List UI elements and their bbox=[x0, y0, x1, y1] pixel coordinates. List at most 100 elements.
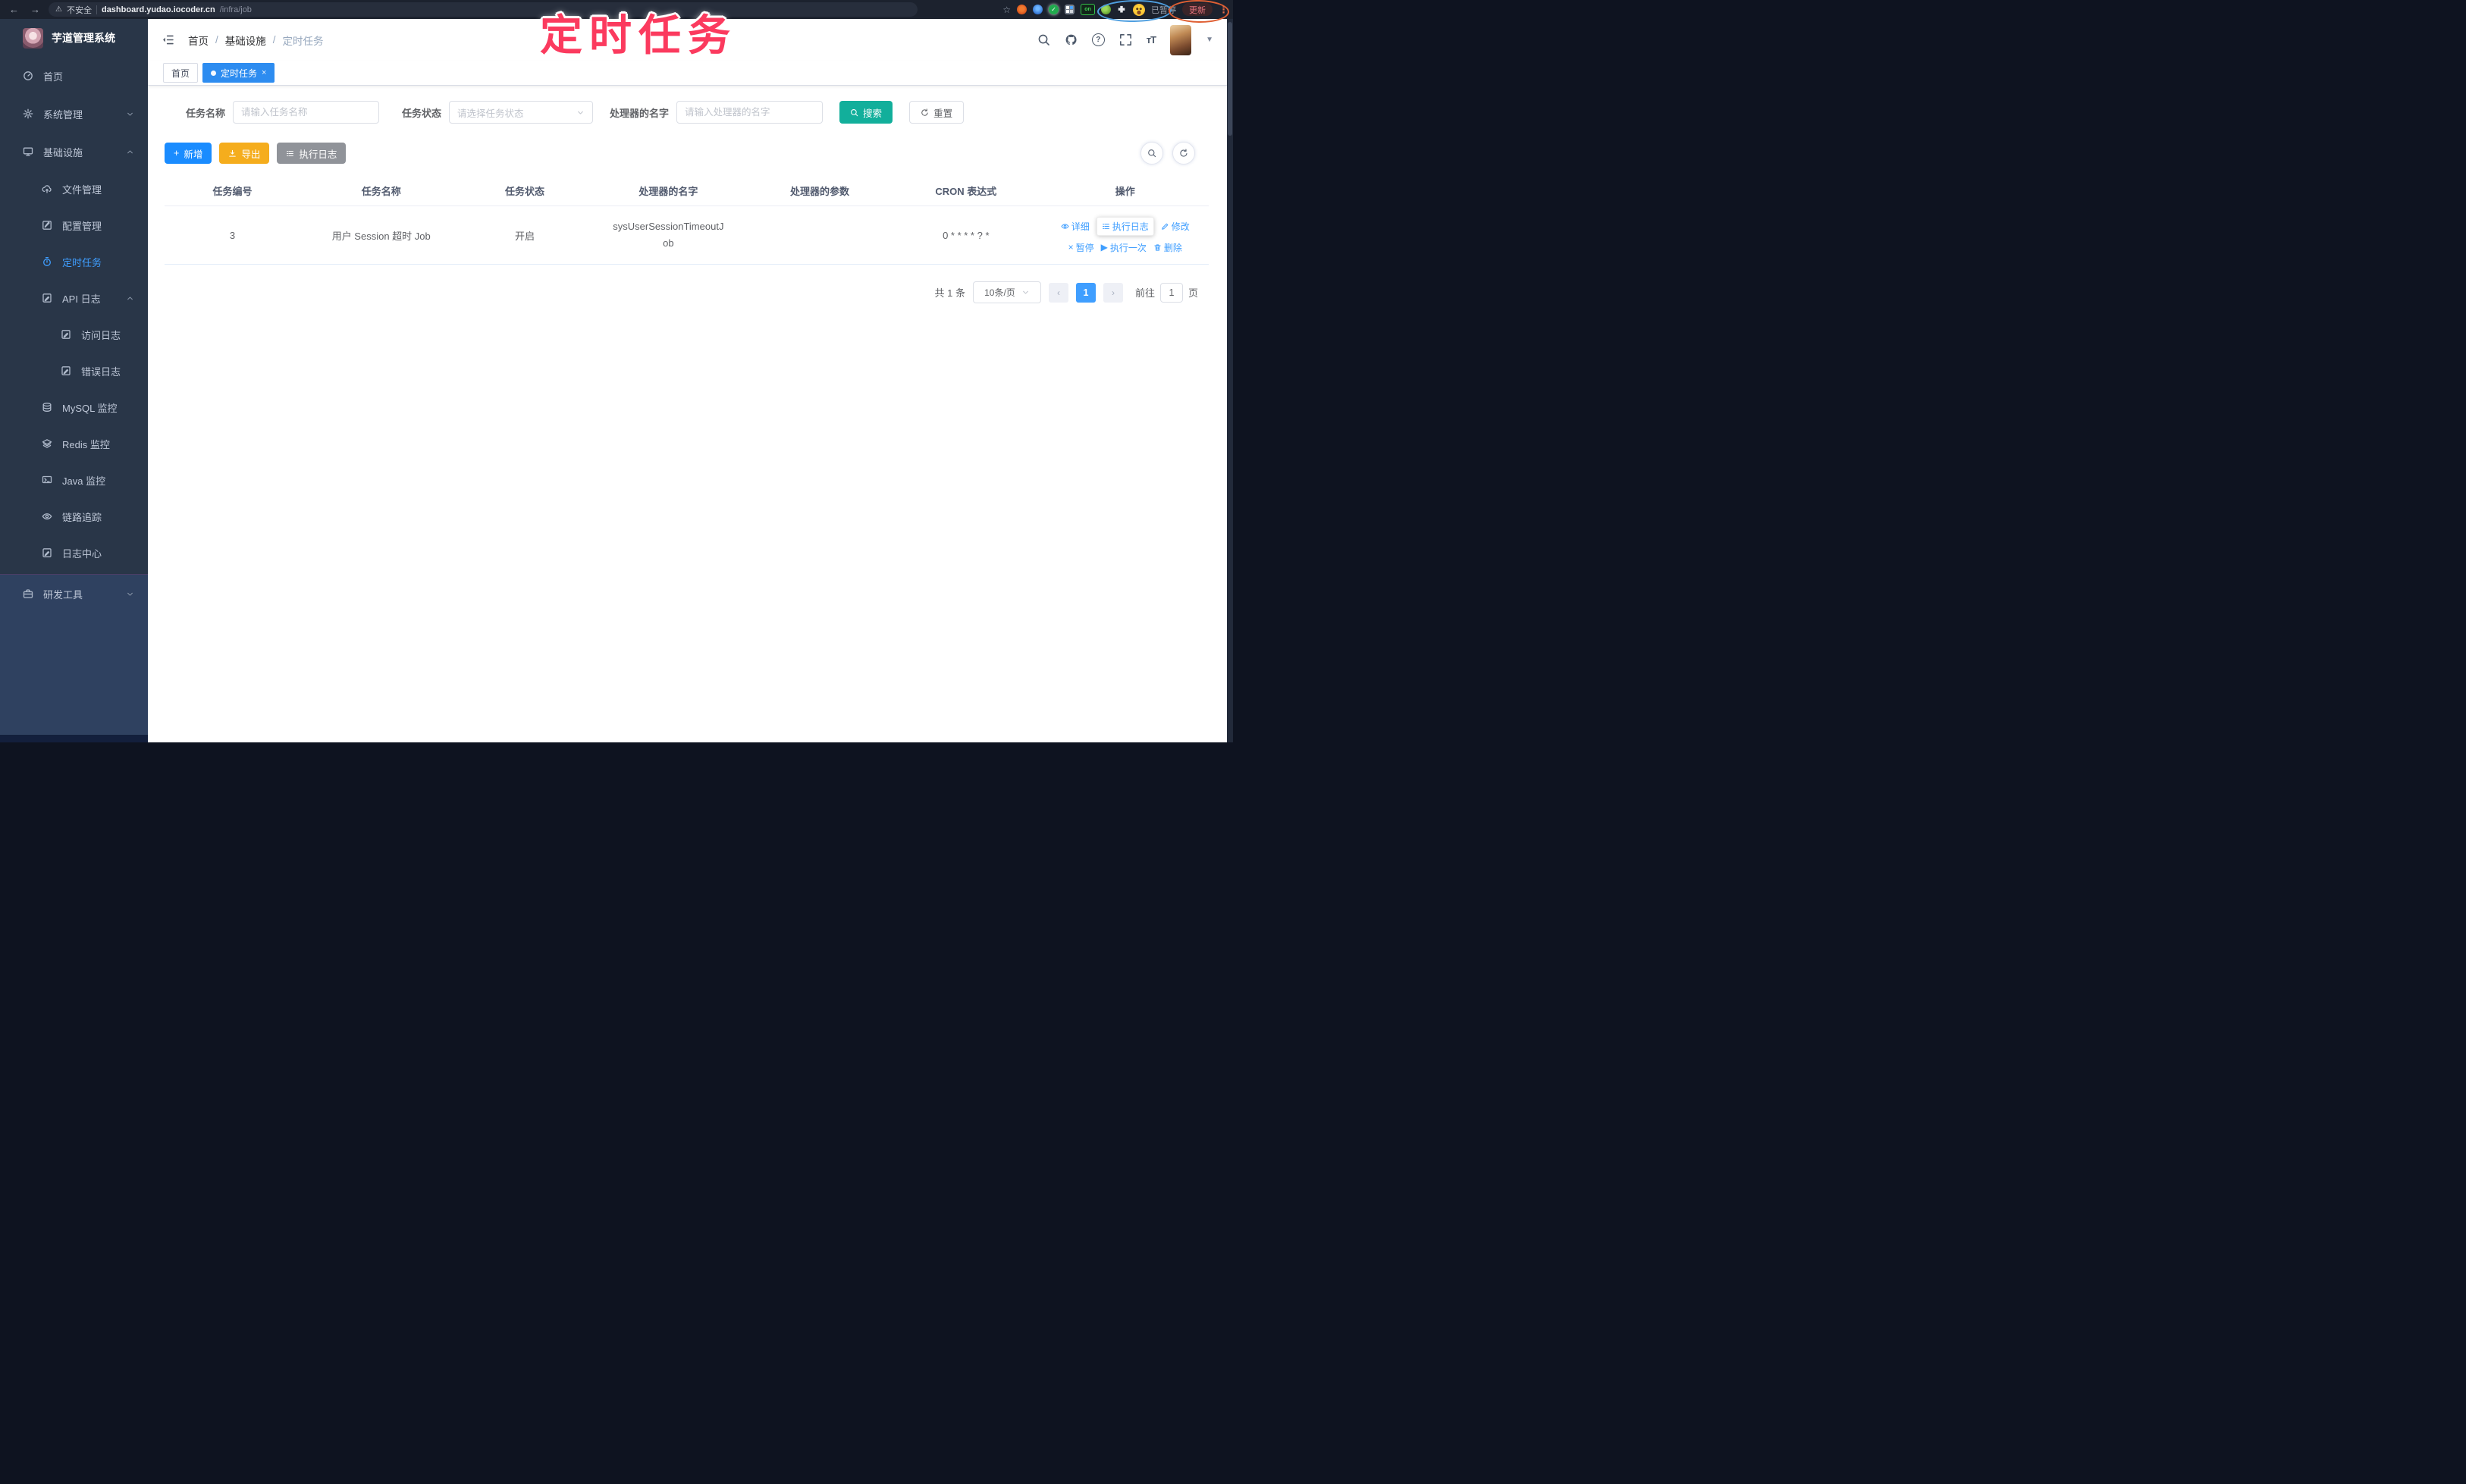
doc-edit-icon bbox=[61, 366, 71, 376]
bookmark-star-icon[interactable]: ☆ bbox=[1002, 5, 1011, 15]
sidebar-item-log-center[interactable]: 日志中心 bbox=[0, 535, 148, 571]
chevron-up-icon bbox=[126, 148, 134, 156]
table-header-row: 任务编号 任务名称 任务状态 处理器的名字 处理器的参数 CRON 表达式 操作 bbox=[165, 175, 1209, 206]
handler-name-input[interactable] bbox=[676, 101, 824, 124]
search-button[interactable]: 搜索 bbox=[839, 101, 893, 124]
app-logo-row[interactable]: 芋道管理系统 bbox=[0, 19, 148, 57]
user-avatar[interactable] bbox=[1170, 24, 1192, 55]
breadcrumb-home[interactable]: 首页 bbox=[188, 33, 209, 48]
sidebar-item-infra[interactable]: 基础设施 bbox=[0, 133, 148, 171]
sidebar-bottom-strip bbox=[0, 735, 148, 742]
sidebar-item-trace[interactable]: 链路追踪 bbox=[0, 498, 148, 535]
tab-home[interactable]: 首页 bbox=[163, 63, 199, 83]
task-status-select[interactable]: 请选择任务状态 bbox=[449, 101, 594, 124]
goto-page-input[interactable] bbox=[1159, 282, 1183, 303]
extension-icon-blue[interactable] bbox=[1033, 5, 1043, 14]
extension-icon-grid[interactable] bbox=[1065, 5, 1075, 14]
col-header-actions: 操作 bbox=[1115, 185, 1135, 197]
list-icon bbox=[286, 149, 294, 158]
toolbox-icon bbox=[23, 588, 33, 599]
sidebar-item-home[interactable]: 首页 bbox=[0, 57, 148, 95]
action-edit[interactable]: 修改 bbox=[1161, 220, 1190, 233]
current-page-button[interactable]: 1 bbox=[1075, 282, 1096, 303]
action-detail[interactable]: 详细 bbox=[1061, 220, 1090, 233]
reset-button[interactable]: 重置 bbox=[909, 101, 965, 124]
list-icon bbox=[1102, 222, 1110, 231]
action-exec-log[interactable]: 执行日志 bbox=[1096, 216, 1154, 236]
sidebar-item-mysql-monitor[interactable]: MySQL 监控 bbox=[0, 389, 148, 425]
action-run-once[interactable]: ▶ 执行一次 bbox=[1101, 241, 1147, 254]
sidebar-item-label: API 日志 bbox=[62, 293, 101, 305]
profile-avatar-emoji[interactable] bbox=[1133, 3, 1145, 16]
sidebar-item-config-manage[interactable]: 配置管理 bbox=[0, 207, 148, 243]
table-row: 3 用户 Session 超时 Job 开启 sysUserSessionTim… bbox=[165, 206, 1209, 265]
action-pause[interactable]: × 暂停 bbox=[1068, 241, 1094, 254]
extension-icon-orange[interactable] bbox=[1017, 5, 1027, 14]
doc-edit-icon bbox=[42, 547, 52, 558]
next-page-button[interactable]: › bbox=[1103, 282, 1123, 303]
forward-icon[interactable]: → bbox=[30, 0, 40, 19]
sidebar-item-access-log[interactable]: 访问日志 bbox=[0, 316, 148, 353]
sidebar-item-label: 系统管理 bbox=[43, 108, 83, 121]
sidebar-item-file-manage[interactable]: 文件管理 bbox=[0, 171, 148, 207]
page-size-select[interactable]: 10条/页 bbox=[972, 281, 1041, 303]
eye-icon bbox=[1061, 222, 1069, 231]
sidebar-bottom-section: 研发工具 bbox=[0, 574, 148, 613]
sidebar-item-java-monitor[interactable]: Java 监控 bbox=[0, 462, 148, 498]
select-caret-icon bbox=[1021, 288, 1030, 296]
sidebar-top-section: 芋道管理系统 首页 系统管理 基础设施 文件管理 配置管理 定时任务 API 日… bbox=[0, 19, 148, 574]
cell-id: 3 bbox=[229, 229, 236, 241]
add-button[interactable]: + 新增 bbox=[165, 143, 212, 164]
address-bar[interactable]: ⚠ 不安全 dashboard.yudao.iocoder.cn/infra/j… bbox=[49, 2, 918, 17]
exec-log-button[interactable]: 执行日志 bbox=[277, 143, 347, 164]
sidebar-item-system[interactable]: 系统管理 bbox=[0, 95, 148, 133]
github-icon[interactable] bbox=[1065, 33, 1078, 46]
avatar-dropdown-caret-icon[interactable]: ▼ bbox=[1206, 36, 1213, 44]
sidebar-item-label: 配置管理 bbox=[62, 220, 102, 232]
cloud-upload-icon bbox=[42, 184, 52, 194]
sidebar-item-api-log[interactable]: API 日志 bbox=[0, 280, 148, 316]
sidebar-item-error-log[interactable]: 错误日志 bbox=[0, 353, 148, 389]
omnibox-divider bbox=[96, 5, 97, 14]
back-icon[interactable]: ← bbox=[9, 0, 19, 19]
tab-close-icon[interactable]: × bbox=[262, 68, 266, 77]
fullscreen-icon[interactable] bbox=[1119, 33, 1132, 46]
breadcrumb: 首页 / 基础设施 / 定时任务 bbox=[188, 33, 324, 48]
action-delete[interactable]: 删除 bbox=[1153, 241, 1182, 254]
cell-status: 开启 bbox=[515, 230, 535, 242]
export-button[interactable]: 导出 bbox=[219, 143, 270, 164]
task-name-input[interactable] bbox=[233, 101, 380, 124]
scrollbar-thumb[interactable] bbox=[1228, 22, 1232, 136]
cell-actions: 详细 执行日志 修改 × 暂停 ▶ 执行一次 删除 bbox=[1042, 216, 1209, 254]
chrome-update-button[interactable]: 更新 bbox=[1182, 3, 1213, 16]
app-title: 芋道管理系统 bbox=[52, 32, 115, 44]
screen: ← → ⌂ ⚠ 不安全 dashboard.yudao.iocoder.cn/i… bbox=[0, 0, 1233, 742]
breadcrumb-infra[interactable]: 基础设施 bbox=[225, 33, 266, 48]
app-logo bbox=[23, 27, 43, 49]
refresh-table-button[interactable] bbox=[1172, 142, 1195, 165]
sidebar-item-label: 访问日志 bbox=[81, 329, 121, 341]
sidebar-item-scheduled-job[interactable]: 定时任务 bbox=[0, 243, 148, 280]
browser-menu-icon[interactable]: ⋮ bbox=[1219, 4, 1228, 16]
extension-on-badge[interactable]: on bbox=[1081, 4, 1095, 15]
browser-extensions-area: ☆ ✓ on 已暂停 更新 ⋮ bbox=[1002, 0, 1228, 19]
sidebar-item-redis-monitor[interactable]: Redis 监控 bbox=[0, 425, 148, 462]
tab-scheduled-job[interactable]: 定时任务 × bbox=[202, 63, 275, 83]
extension-icon-green-check[interactable]: ✓ bbox=[1049, 5, 1059, 14]
sidebar-item-dev-tools[interactable]: 研发工具 bbox=[0, 575, 148, 613]
help-icon[interactable]: ? bbox=[1091, 33, 1105, 46]
font-size-icon[interactable]: ᴛT bbox=[1147, 34, 1156, 45]
search-icon[interactable] bbox=[1037, 33, 1050, 46]
sidebar-collapse-icon[interactable] bbox=[162, 33, 174, 46]
extensions-puzzle-icon[interactable] bbox=[1117, 5, 1127, 14]
extension-icon-leaf[interactable] bbox=[1101, 5, 1111, 14]
page-scrollbar[interactable] bbox=[1227, 19, 1233, 742]
gear-icon bbox=[23, 108, 33, 119]
layers-icon bbox=[42, 438, 52, 449]
sidebar: 芋道管理系统 首页 系统管理 基础设施 文件管理 配置管理 定时任务 API 日… bbox=[0, 19, 148, 742]
jobs-table: 任务编号 任务名称 任务状态 处理器的名字 处理器的参数 CRON 表达式 操作… bbox=[165, 175, 1209, 265]
prev-page-button[interactable]: ‹ bbox=[1048, 282, 1068, 303]
toggle-search-button[interactable] bbox=[1140, 142, 1163, 165]
doc-edit-icon bbox=[61, 329, 71, 340]
trash-icon bbox=[1153, 243, 1162, 252]
